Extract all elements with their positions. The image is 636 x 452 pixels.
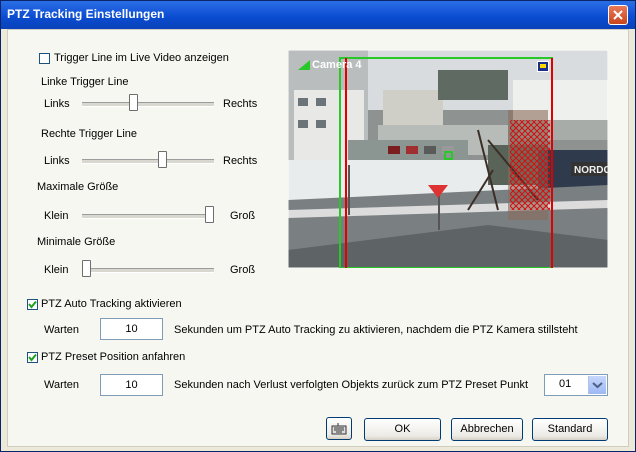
right-trigger-title: Rechte Trigger Line — [41, 128, 137, 140]
left-trigger-track — [82, 102, 214, 107]
check-icon — [28, 300, 37, 309]
keyboard-button[interactable] — [326, 417, 352, 440]
ptz-tracking-dialog: PTZ Tracking Einstellungen Trigger Line … — [0, 0, 636, 452]
auto-tracking-checkbox[interactable] — [27, 299, 38, 310]
max-size-title: Maximale Größe — [37, 181, 119, 193]
right-trigger-track — [82, 159, 214, 164]
trigger-line-checkbox[interactable] — [39, 53, 50, 64]
preset-wait-label: Warten — [44, 379, 80, 391]
preset-label: PTZ Preset Position anfahren — [41, 351, 186, 363]
max-size-min-label: Klein — [44, 210, 69, 222]
preset-description: Sekunden nach Verlust verfolgten Objekts… — [174, 379, 529, 391]
auto-tracking-description: Sekunden um PTZ Auto Tracking zu aktivie… — [174, 324, 578, 336]
auto-tracking-wait-label: Warten — [44, 324, 80, 336]
min-size-title: Minimale Größe — [37, 236, 116, 248]
preset-point-value: 01 — [559, 378, 572, 390]
keyboard-icon — [331, 423, 347, 435]
camera-preview[interactable]: Camera 4 NORDC — [288, 50, 608, 268]
trigger-line-label: Trigger Line im Live Video anzeigen — [54, 52, 229, 64]
window-title: PTZ Tracking Einstellungen — [7, 7, 165, 21]
camera-image — [288, 50, 608, 268]
min-size-track — [82, 268, 214, 273]
right-trigger-slider[interactable] — [158, 151, 168, 168]
close-icon — [613, 10, 623, 20]
max-size-track — [82, 214, 214, 219]
check-icon — [28, 353, 37, 362]
right-trigger-min-label: Links — [44, 155, 70, 167]
max-size-max-label: Groß — [230, 210, 256, 222]
left-trigger-slider[interactable] — [128, 94, 138, 111]
min-size-min-label: Klein — [44, 264, 69, 276]
auto-tracking-seconds-input[interactable]: 10 — [100, 318, 163, 340]
close-button[interactable] — [608, 5, 628, 25]
min-size-max-label: Groß — [230, 264, 256, 276]
default-button[interactable]: Standard — [532, 418, 608, 441]
monitor-icon — [537, 61, 549, 72]
preset-seconds-input[interactable]: 10 — [100, 374, 163, 396]
min-size-slider[interactable] — [82, 260, 91, 277]
preset-checkbox[interactable] — [27, 352, 38, 363]
store-sign-text: NORDC — [574, 165, 608, 176]
ok-button[interactable]: OK — [364, 418, 441, 441]
title-bar[interactable]: PTZ Tracking Einstellungen — [1, 1, 635, 29]
right-trigger-max-label: Rechts — [223, 155, 258, 167]
cancel-button[interactable]: Abbrechen — [451, 418, 523, 441]
max-size-slider[interactable] — [205, 206, 214, 223]
left-trigger-min-label: Links — [44, 98, 70, 110]
settings-panel: Trigger Line im Live Video anzeigen Link… — [7, 29, 629, 447]
left-trigger-max-label: Rechts — [223, 98, 258, 110]
preset-point-select[interactable]: 01 — [544, 374, 608, 396]
camera-label: Camera 4 — [312, 59, 362, 71]
auto-tracking-label: PTZ Auto Tracking aktivieren — [41, 298, 182, 310]
chevron-down-icon[interactable] — [588, 376, 606, 394]
left-trigger-title: Linke Trigger Line — [41, 76, 129, 88]
